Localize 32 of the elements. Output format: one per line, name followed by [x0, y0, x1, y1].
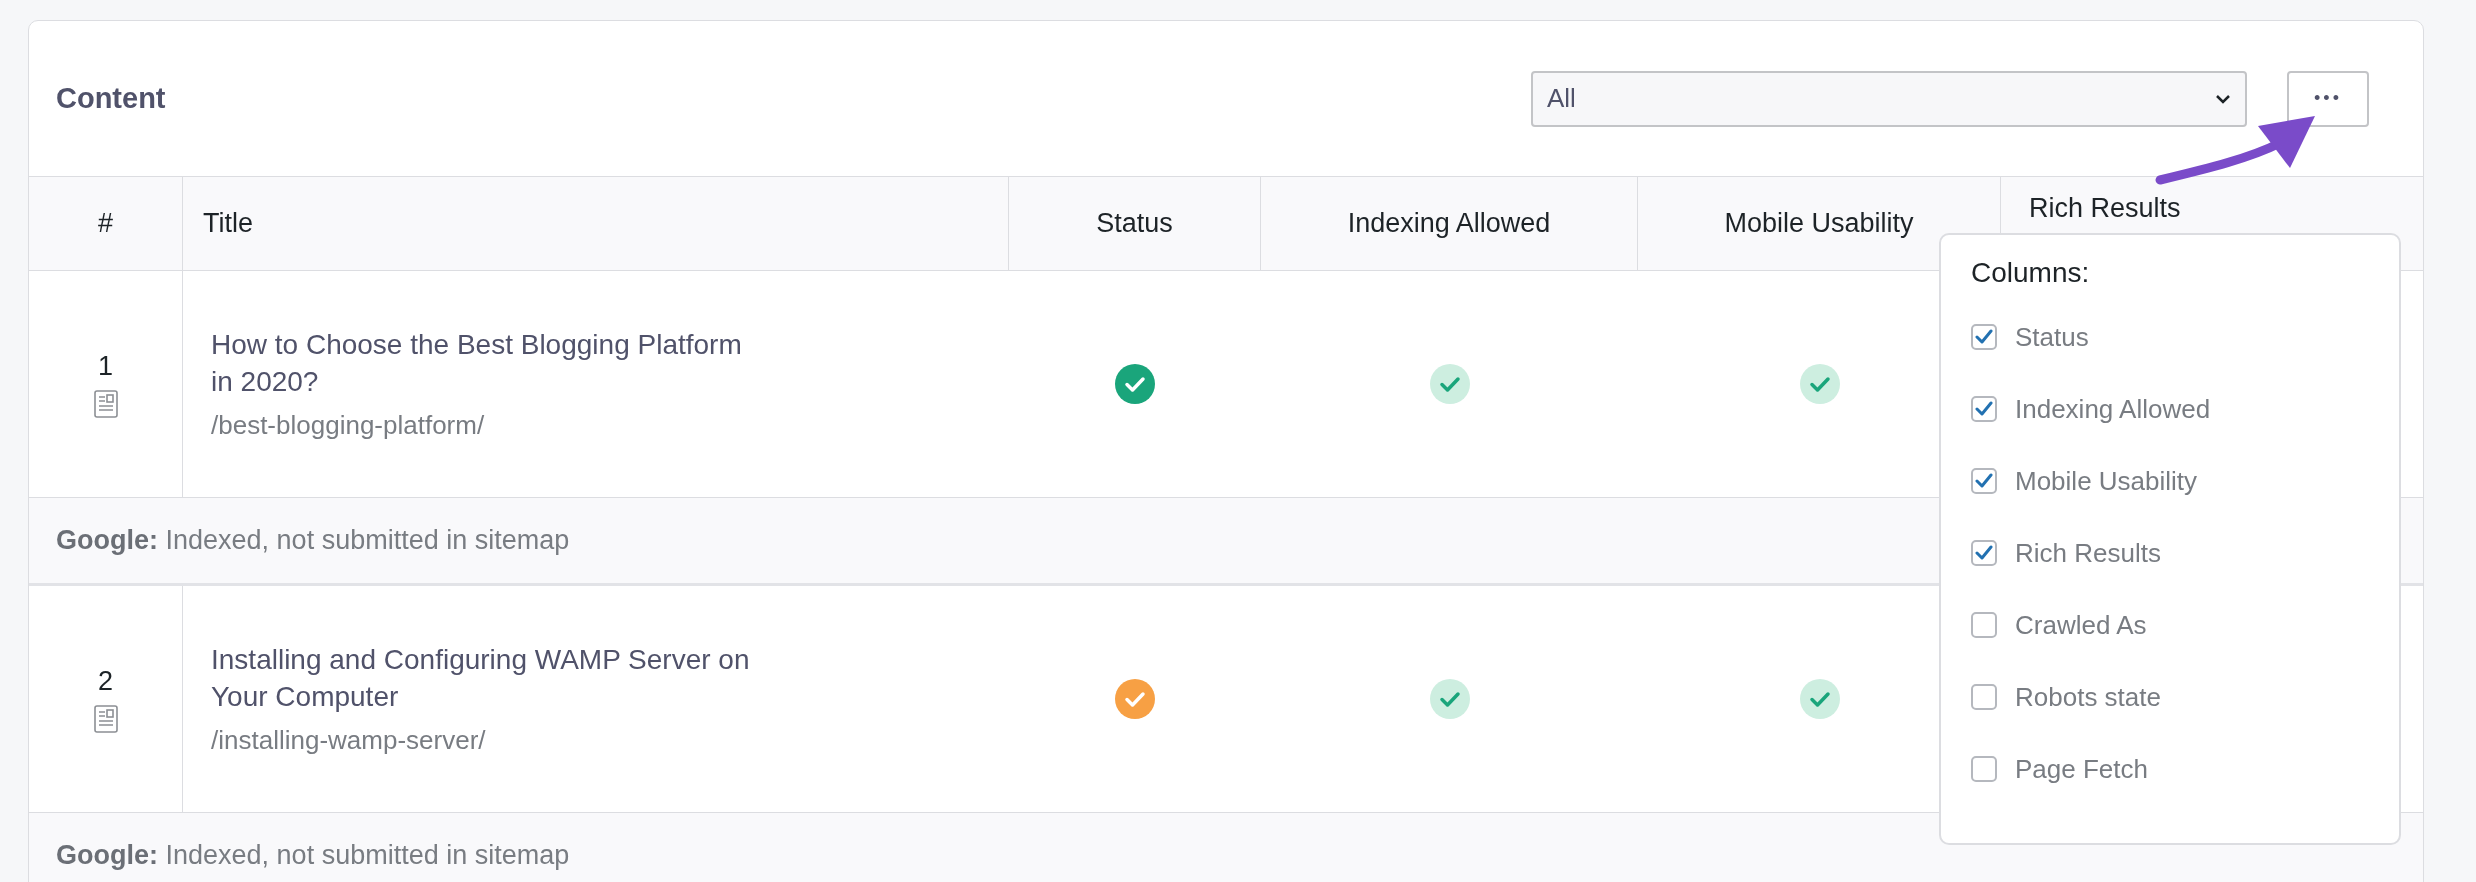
- checkbox[interactable]: [1971, 684, 1997, 710]
- index-status-text: Google: Indexed, not submitted in sitemap: [56, 840, 570, 871]
- more-options-button[interactable]: •••: [2287, 70, 2369, 127]
- column-header: Title: [183, 177, 1009, 271]
- checkbox[interactable]: [1971, 756, 1997, 782]
- document-icon: [93, 389, 118, 418]
- checkbox[interactable]: [1971, 324, 1997, 350]
- post-title[interactable]: How to Choose the Best Blogging Platform in 2020?: [211, 327, 767, 400]
- checkbox[interactable]: [1971, 612, 1997, 638]
- column-header: #: [29, 177, 183, 271]
- column-option-label[interactable]: Rich Results: [2015, 537, 2161, 569]
- column-header: Indexing Allowed: [1261, 177, 1638, 271]
- checkbox[interactable]: [1971, 396, 1997, 422]
- row-number: 2: [98, 665, 113, 697]
- index-status-text: Google: Indexed, not submitted in sitemap: [56, 525, 570, 556]
- panel-title: Content: [56, 82, 167, 115]
- post-title[interactable]: Installing and Configuring WAMP Server on Your Computer: [211, 642, 767, 715]
- post-url: /best-blogging-platform/: [211, 409, 485, 441]
- column-header: Status: [1009, 177, 1261, 271]
- column-option-label[interactable]: Status: [2015, 321, 2089, 353]
- filter-dropdown[interactable]: All: [1531, 70, 2247, 127]
- post-url: /installing-wamp-server/: [211, 724, 486, 756]
- column-option-label[interactable]: Mobile Usability: [2015, 465, 2198, 497]
- row-number: 1: [98, 350, 113, 382]
- chevron-down-icon: [2215, 93, 2231, 104]
- checkbox[interactable]: [1971, 468, 1997, 494]
- checkbox[interactable]: [1971, 540, 1997, 566]
- column-option-label[interactable]: Page Fetch: [2015, 753, 2148, 785]
- column-option-label[interactable]: Crawled As: [2015, 609, 2147, 641]
- document-icon: [93, 704, 118, 733]
- column-option-label[interactable]: Robots state: [2015, 681, 2161, 713]
- column-option-label[interactable]: Indexing Allowed: [2015, 393, 2211, 425]
